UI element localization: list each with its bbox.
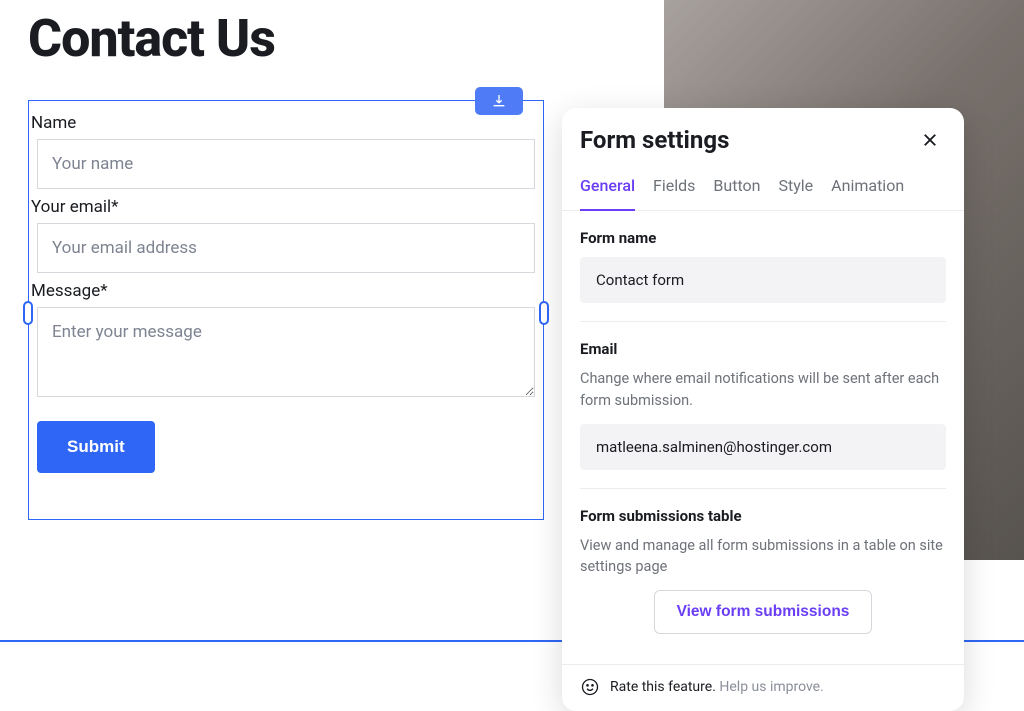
section-email: Email Change where email notifications w… bbox=[580, 321, 946, 488]
contact-form: Name Your email* Message* Submit bbox=[29, 101, 543, 481]
field-label-name: Name bbox=[31, 105, 541, 139]
message-input[interactable] bbox=[37, 307, 535, 397]
submissions-desc: View and manage all form submissions in … bbox=[580, 535, 946, 579]
submissions-label: Form submissions table bbox=[580, 507, 946, 525]
download-badge[interactable] bbox=[475, 87, 523, 115]
rate-muted: Help us improve. bbox=[719, 679, 823, 695]
page-heading: Contact Us bbox=[28, 8, 275, 69]
rate-strong: Rate this feature. bbox=[610, 679, 716, 695]
panel-title: Form settings bbox=[580, 126, 729, 154]
tab-general[interactable]: General bbox=[580, 164, 635, 211]
name-input[interactable] bbox=[37, 139, 535, 189]
rate-feature-text[interactable]: Rate this feature. Help us improve. bbox=[610, 679, 824, 695]
email-desc: Change where email notifications will be… bbox=[580, 368, 946, 412]
download-icon bbox=[491, 93, 507, 109]
close-button[interactable] bbox=[916, 126, 944, 154]
tab-style[interactable]: Style bbox=[778, 164, 813, 211]
tab-animation[interactable]: Animation bbox=[831, 164, 904, 211]
field-label-email: Your email* bbox=[31, 189, 541, 223]
view-submissions-button[interactable]: View form submissions bbox=[654, 590, 873, 634]
section-submissions: Form submissions table View and manage a… bbox=[580, 488, 946, 653]
close-icon bbox=[921, 131, 939, 149]
field-label-message: Message* bbox=[31, 273, 541, 307]
smile-icon bbox=[580, 677, 600, 697]
email-label: Email bbox=[580, 340, 946, 358]
form-settings-panel: Form settings General Fields Button Styl… bbox=[562, 108, 964, 711]
submit-button[interactable]: Submit bbox=[37, 421, 155, 473]
email-input[interactable] bbox=[37, 223, 535, 273]
tab-fields[interactable]: Fields bbox=[653, 164, 695, 211]
form-name-label: Form name bbox=[580, 229, 946, 247]
contact-form-selection[interactable]: Name Your email* Message* Submit bbox=[28, 100, 544, 520]
tab-button[interactable]: Button bbox=[713, 164, 760, 211]
settings-tabs: General Fields Button Style Animation bbox=[562, 164, 964, 211]
panel-footer: Rate this feature. Help us improve. bbox=[562, 664, 964, 711]
resize-handle-left[interactable] bbox=[23, 301, 33, 325]
form-name-input[interactable] bbox=[580, 257, 946, 303]
notification-email-input[interactable] bbox=[580, 424, 946, 470]
resize-handle-right[interactable] bbox=[539, 301, 549, 325]
section-form-name: Form name bbox=[580, 229, 946, 321]
